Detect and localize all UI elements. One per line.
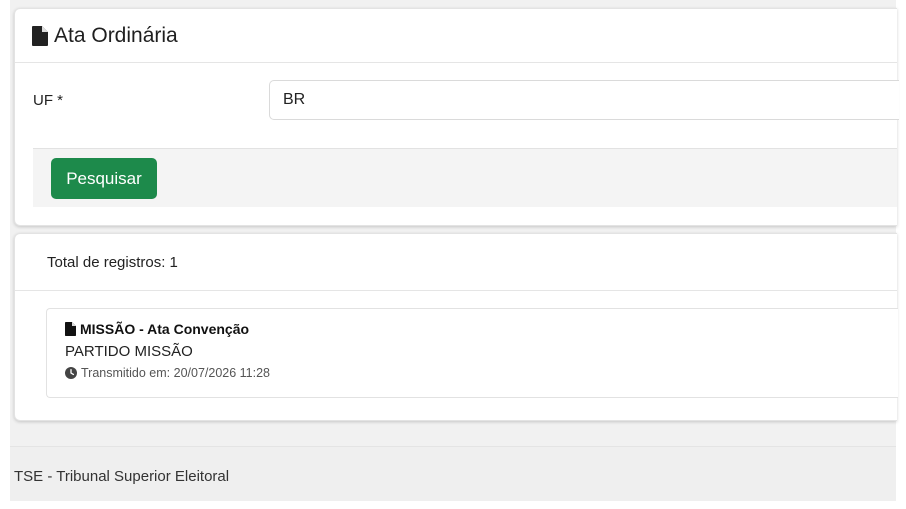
record-title-text: MISSÃO - Ata Convenção	[80, 321, 250, 337]
results-card: Total de registros: 1 MISSÃO - Ata Conve…	[14, 233, 898, 421]
footer-text: TSE - Tribunal Superior Eleitoral	[14, 468, 230, 485]
file-icon	[65, 322, 76, 336]
search-card: Ata Ordinária UF * Pesquisar	[14, 8, 899, 226]
uf-input[interactable]	[269, 80, 899, 120]
search-button[interactable]: Pesquisar	[51, 158, 157, 199]
record-timestamp-text: Transmitido em: 20/07/2026 11:28	[81, 366, 271, 380]
list-item[interactable]: MISSÃO - Ata Convenção PARTIDO MISSÃO Tr…	[46, 308, 898, 398]
file-icon	[32, 25, 48, 46]
divider	[15, 290, 897, 291]
record-party: PARTIDO MISSÃO	[65, 343, 193, 360]
site-footer: TSE - Tribunal Superior Eleitoral	[10, 446, 896, 501]
search-actions-bar: Pesquisar	[33, 148, 897, 207]
uf-label: UF *	[33, 92, 63, 109]
total-records: Total de registros: 1	[47, 254, 178, 271]
page-title: Ata Ordinária	[54, 23, 178, 47]
record-title: MISSÃO - Ata Convenção	[65, 321, 249, 337]
record-timestamp: Transmitido em: 20/07/2026 11:28	[65, 366, 270, 380]
page-background: Ata Ordinária UF * Pesquisar Total de re…	[10, 0, 899, 501]
card-header: Ata Ordinária	[15, 9, 897, 63]
clock-icon	[65, 367, 77, 379]
